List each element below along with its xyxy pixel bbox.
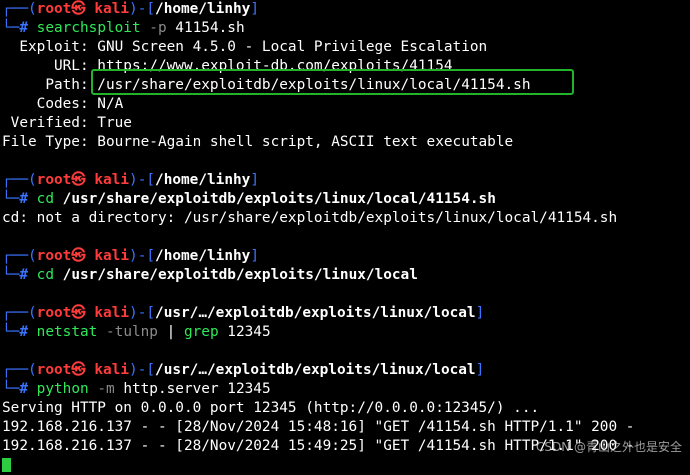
command-arg: /usr/share/exploitdb/exploits/linux/loca… bbox=[54, 191, 496, 207]
output-verified: Verified: True bbox=[2, 115, 132, 131]
path-highlight-box bbox=[91, 69, 574, 95]
output-filetype: File Type: Bourne-Again shell script, AS… bbox=[2, 134, 514, 150]
cursor-block bbox=[2, 458, 11, 472]
cursor-line[interactable] bbox=[2, 456, 690, 475]
command-arg: /usr/share/exploitdb/exploits/linux/loca… bbox=[54, 267, 418, 283]
command-name: searchsploit bbox=[36, 20, 141, 36]
command-arg: 12345 bbox=[218, 324, 271, 340]
prompt-dir: /home/linhy bbox=[155, 1, 251, 17]
prompt-line-3: ┌──(root㉿ kali)-[/home/linhy] bbox=[2, 248, 260, 264]
command-arg: 41154.sh bbox=[166, 20, 245, 36]
output-cd-error: cd: not a directory: /usr/share/exploitd… bbox=[2, 210, 618, 226]
command-line-4: └─# netstat -tulnp | grep 12345 bbox=[2, 324, 271, 340]
command-flag: -p bbox=[140, 20, 167, 36]
command-name: cd bbox=[36, 267, 54, 283]
command-name: netstat bbox=[36, 324, 98, 340]
command-flag: -m bbox=[88, 381, 115, 397]
command-line-2: └─# cd /usr/share/exploitdb/exploits/lin… bbox=[2, 191, 496, 207]
command-line-5: └─# python -m http.server 12345 bbox=[2, 381, 271, 397]
prompt-line-1: ┌──(root㉿ kali)-[/home/linhy] bbox=[2, 1, 260, 17]
watermark: CSDN @青山之外也是安全 bbox=[535, 440, 682, 454]
command-flag: -tulnp bbox=[97, 324, 158, 340]
command-line-3: └─# cd /usr/share/exploitdb/exploits/lin… bbox=[2, 267, 418, 283]
prompt-user: root㉿ kali bbox=[36, 1, 130, 17]
output-exploit: Exploit: GNU Screen 4.5.0 - Local Privil… bbox=[2, 39, 488, 55]
command-name: grep bbox=[183, 324, 219, 340]
pipe-symbol: | bbox=[157, 324, 184, 340]
prompt-line-2: ┌──(root㉿ kali)-[/home/linhy] bbox=[2, 172, 260, 188]
command-arg: http.server 12345 bbox=[114, 381, 271, 397]
command-name: python bbox=[36, 381, 89, 397]
prompt-line-5: ┌──(root㉿ kali)-[/usr/…/exploitdb/exploi… bbox=[2, 362, 485, 378]
output-server-start: Serving HTTP on 0.0.0.0 port 12345 (http… bbox=[2, 400, 540, 416]
prompt-line-4: ┌──(root㉿ kali)-[/usr/…/exploitdb/exploi… bbox=[2, 305, 485, 321]
command-name: cd bbox=[36, 191, 54, 207]
output-request-log: 192.168.216.137 - - [28/Nov/2024 15:48:1… bbox=[2, 419, 635, 435]
output-codes: Codes: N/A bbox=[2, 96, 124, 112]
command-line-1: └─# searchsploit -p 41154.sh bbox=[2, 20, 245, 36]
